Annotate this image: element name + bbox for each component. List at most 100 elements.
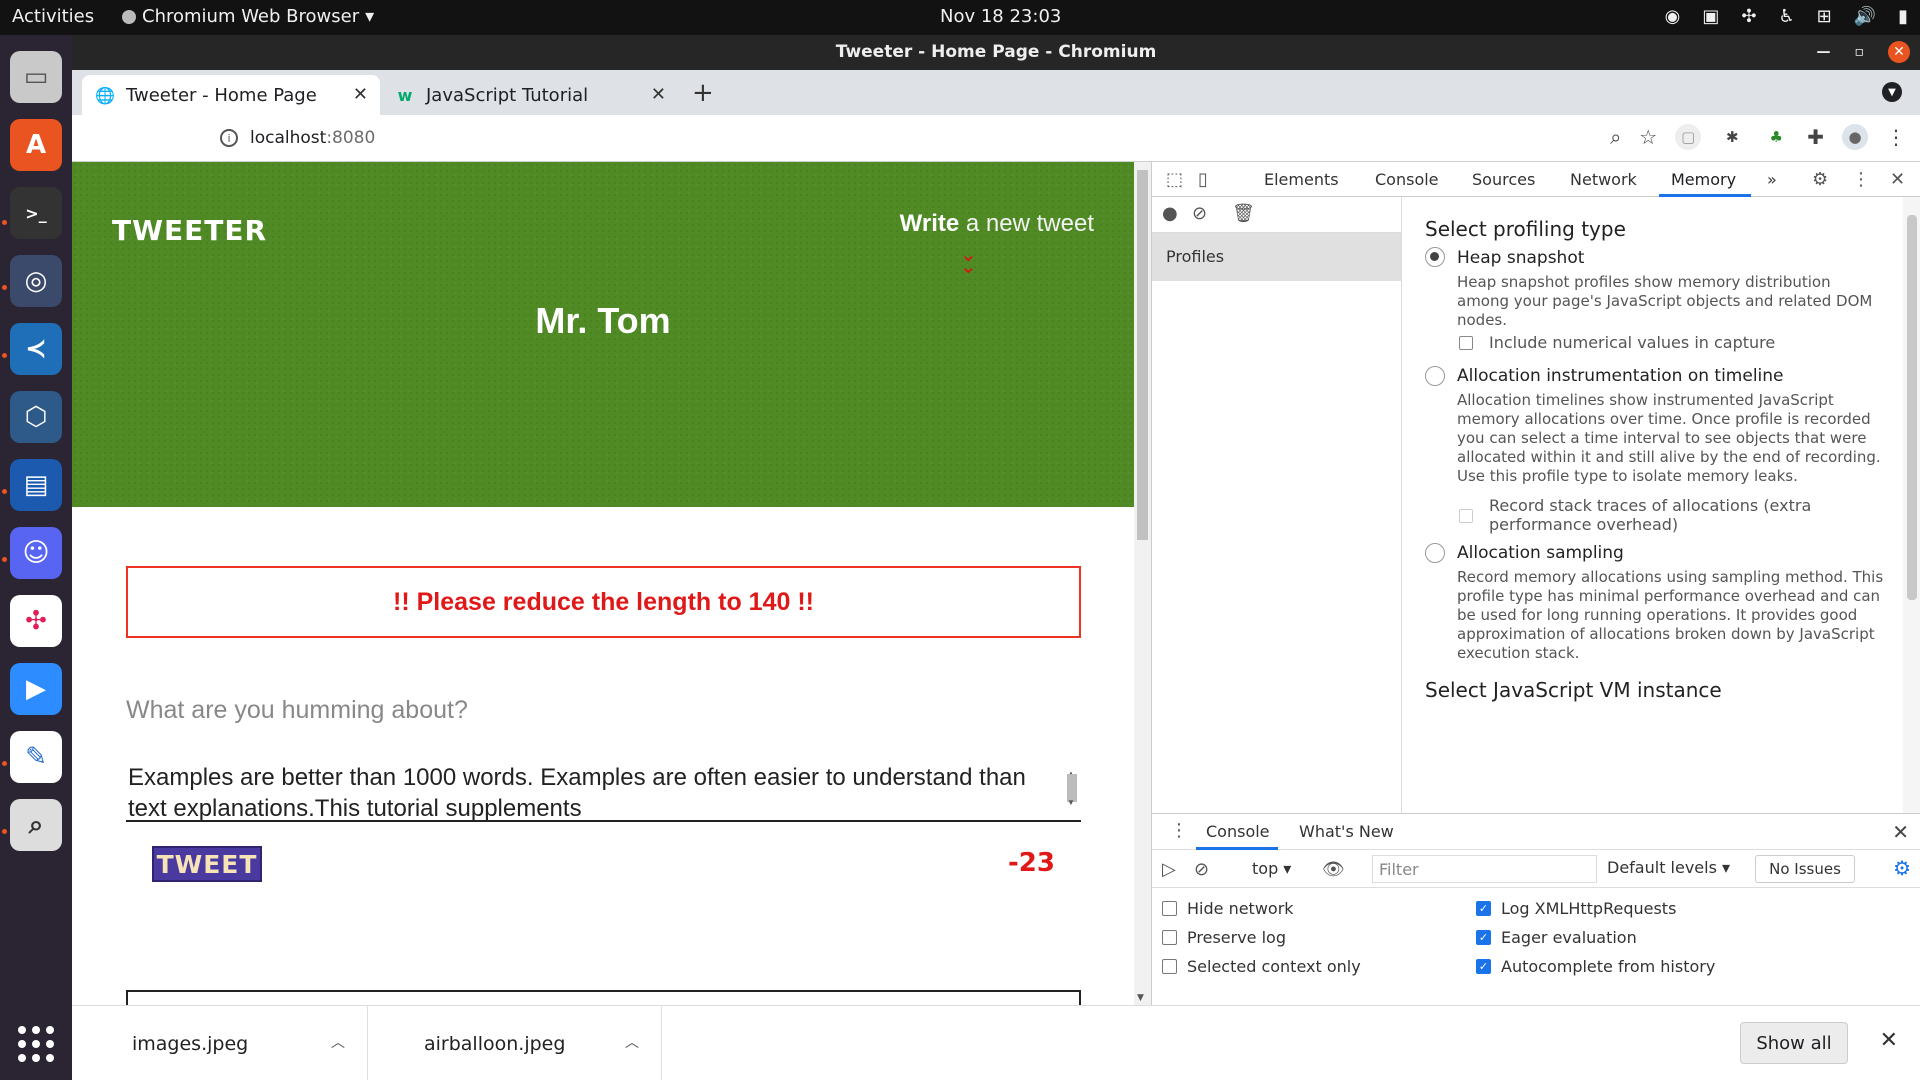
show-all-button[interactable]: Show all [1740,1022,1848,1064]
devtools-scrollbar[interactable] [1903,197,1920,813]
chevron-up-icon[interactable]: ︿ [625,1032,639,1052]
textarea-scrollbar[interactable]: ▲ ▼ [1065,758,1079,818]
close-tab-icon[interactable]: ✕ [651,84,666,105]
devtools-scroll-thumb[interactable] [1907,215,1917,600]
site-info-icon[interactable]: i [220,129,238,147]
autocomplete-history-setting[interactable]: ✓ Autocomplete from history [1476,957,1715,976]
log-levels-dropdown[interactable]: Default levels ▾ [1607,858,1730,877]
bug-extension-icon[interactable]: ✱ [1719,124,1745,150]
window-close-icon[interactable]: ✕ [1888,41,1910,63]
drawer-close-icon[interactable]: ✕ [1892,820,1909,844]
tab-network[interactable]: Network [1570,170,1637,189]
log-xhr-checkbox[interactable]: ✓ [1476,901,1491,916]
trash-icon[interactable]: 🗑 [1232,203,1255,224]
screenshot-icon[interactable]: ⌕ [10,799,62,851]
slack-tray-icon[interactable]: ✣ [1741,6,1756,27]
clear-icon[interactable]: ⊘ [1192,203,1207,224]
chrome-menu-icon[interactable]: ⋮ [1886,125,1906,149]
tree-extension-icon[interactable]: ♣ [1763,124,1789,150]
tweet-textarea[interactable]: Examples are better than 1000 words. Exa… [126,758,1081,822]
vscode-icon[interactable]: ≺ [10,323,62,375]
activities-button[interactable]: Activities [12,6,94,27]
drawer-menu-icon[interactable]: ⋮ [1170,820,1188,841]
profiles-item[interactable]: Profiles [1152,233,1401,281]
devtools-close-icon[interactable]: ✕ [1890,169,1905,190]
allocation-timeline-radio[interactable] [1425,366,1445,386]
chromium-icon[interactable]: ◎ [10,255,62,307]
tab-tweeter[interactable]: 🌐 Tweeter - Home Page ✕ [82,75,380,115]
devtools-settings-icon[interactable]: ⚙ [1812,169,1828,190]
eager-evaluation-setting[interactable]: ✓ Eager evaluation [1476,928,1637,947]
devtools-menu-icon[interactable]: ⋮ [1852,169,1870,190]
page-scrollbar[interactable]: ▼ [1134,162,1151,1005]
writer-icon[interactable]: ▤ [10,459,62,511]
volume-icon[interactable]: 🔊 [1854,6,1876,27]
terminal-icon[interactable]: >_ [10,187,62,239]
address-bar[interactable]: i localhost:8080 [72,120,1452,156]
virtualbox-icon[interactable]: ⬡ [10,391,62,443]
slack-icon[interactable]: ✣ [10,595,62,647]
tab-search-icon[interactable]: ▼ [1882,82,1902,102]
preserve-log-setting[interactable]: Preserve log [1162,928,1286,947]
show-applications-icon[interactable] [18,1026,54,1062]
software-center-icon[interactable]: A [10,119,62,171]
battery-icon[interactable]: ▮ [1898,6,1908,27]
tab-javascript-tutorial[interactable]: w JavaScript Tutorial ✕ [382,75,678,115]
tab-sources[interactable]: Sources [1472,170,1535,189]
tab-memory[interactable]: Memory [1671,170,1736,189]
hide-network-checkbox[interactable] [1162,901,1177,916]
include-numerical-values-checkbox[interactable] [1459,336,1473,350]
accessibility-icon[interactable]: ♿ [1778,6,1794,27]
network-icon[interactable]: ⊞ [1817,6,1832,27]
issues-button[interactable]: No Issues [1755,855,1855,883]
discord-tray-icon[interactable]: ◉ [1665,6,1681,27]
clear-console-icon[interactable]: ⊘ [1194,859,1209,880]
hide-network-setting[interactable]: Hide network [1162,899,1294,918]
bookmark-star-icon[interactable]: ☆ [1639,125,1657,149]
selected-context-checkbox[interactable] [1162,959,1177,974]
maximize-icon[interactable]: ▫ [1855,44,1865,60]
download-item[interactable]: images.jpeg ︿ [72,1006,368,1080]
log-xhr-setting[interactable]: ✓ Log XMLHttpRequests [1476,899,1676,918]
context-selector[interactable]: top ▾ [1252,859,1291,878]
text-editor-icon[interactable]: ✎ [10,731,62,783]
page-scroll-thumb[interactable] [1137,170,1148,540]
extensions-puzzle-icon[interactable]: ✚ [1807,125,1824,149]
console-settings-icon[interactable]: ⚙ [1893,856,1911,880]
profile-avatar-icon[interactable]: ● [1842,124,1868,150]
write-new-tweet-link[interactable]: Write a new tweet [900,210,1094,238]
device-toolbar-icon[interactable]: ▯ [1198,169,1208,190]
tab-console[interactable]: Console [1375,170,1439,189]
close-tab-icon[interactable]: ✕ [353,84,368,105]
discord-icon[interactable]: ☺ [10,527,62,579]
option-title[interactable]: Allocation sampling [1457,543,1624,563]
new-tab-icon[interactable]: + [692,78,714,108]
console-filter-input[interactable]: Filter [1372,855,1597,883]
tweeter-logo[interactable]: TWEETER [112,214,267,247]
scroll-down-icon[interactable]: ▼ [1137,993,1144,1003]
inspect-element-icon[interactable]: ⬚ [1166,169,1183,190]
extension-icon[interactable]: ▢ [1675,124,1702,150]
files-icon[interactable]: ▭ [10,51,62,103]
drawer-tab-whats-new[interactable]: What's New [1299,822,1394,841]
minimize-icon[interactable]: — [1817,44,1831,60]
zoom-icon[interactable]: ▶ [10,663,62,715]
zoom-icon[interactable]: ⌕ [1610,125,1621,149]
record-stack-traces-checkbox[interactable] [1459,509,1473,523]
option-title[interactable]: Allocation instrumentation on timeline [1457,366,1784,386]
tab-elements[interactable]: Elements [1264,170,1339,189]
more-tabs-icon[interactable]: » [1767,170,1777,189]
eager-evaluation-checkbox[interactable]: ✓ [1476,930,1491,945]
autocomplete-history-checkbox[interactable]: ✓ [1476,959,1491,974]
allocation-sampling-radio[interactable] [1425,543,1445,563]
double-chevron-down-icon[interactable]: ⌄ ⌄ [960,244,977,276]
sidebar-toggle-icon[interactable]: ▷ [1162,859,1176,880]
zoom-tray-icon[interactable]: ▣ [1702,6,1719,27]
clock[interactable]: Nov 18 23:03 [940,6,1061,27]
download-item[interactable]: airballoon.jpeg ︿ [368,1006,662,1080]
scroll-down-icon[interactable]: ▼ [1067,787,1075,818]
record-icon[interactable]: ● [1162,203,1178,224]
tweet-button[interactable]: TWEET [152,846,262,882]
chevron-up-icon[interactable]: ︿ [331,1032,345,1052]
close-download-shelf-icon[interactable]: ✕ [1880,1028,1898,1053]
